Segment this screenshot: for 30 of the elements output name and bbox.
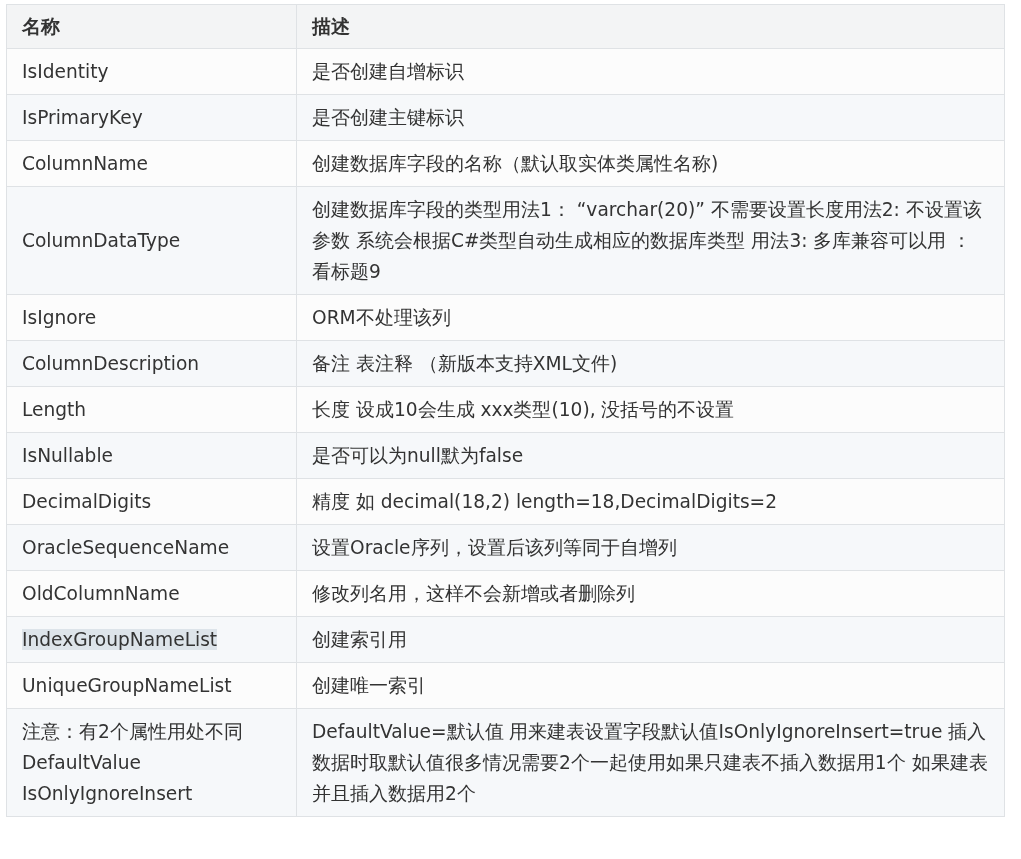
- table-cell: OldColumnName: [6, 570, 297, 617]
- table-cell: IndexGroupNameList: [6, 616, 297, 663]
- table-cell: 创建索引用: [296, 616, 1005, 663]
- table-cell: IsPrimaryKey: [6, 94, 297, 141]
- column-header: 名称: [6, 4, 297, 49]
- table-cell: DecimalDigits: [6, 478, 297, 525]
- table-cell: 注意：有2个属性用处不同DefaultValue IsOnlyIgnoreInsert: [6, 708, 297, 817]
- table-cell: 是否可以为null默为false: [296, 432, 1005, 479]
- table-cell: ColumnDescription: [6, 340, 297, 387]
- table-cell: DefaultValue=默认值 用来建表设置字段默认值IsOnlyIgnoreInsert=true 插入数据时取默认值很多情况需要2个一起使用如果只建表不插入数据用1个 如果建表并且插入数据用2个: [296, 708, 1005, 817]
- table-cell: ColumnDataType: [6, 186, 297, 295]
- table-cell: 创建数据库字段的类型用法1： “varchar(20)” 不需要设置长度用法2: 不设置该参数 系统会根据C#类型自动生成相应的数据库类型 用法3: 多库兼容可以用 ：看标题9: [296, 186, 1005, 295]
- table-cell: 备注 表注释 （新版本支持XML文件): [296, 340, 1005, 387]
- table-cell: 长度 设成10会生成 xxx类型(10), 没括号的不设置: [296, 386, 1005, 433]
- table-cell: 精度 如 decimal(18,2) length=18,DecimalDigits=2: [296, 478, 1005, 525]
- table-cell: Length: [6, 386, 297, 433]
- table-cell: IsIgnore: [6, 294, 297, 341]
- table-cell: 创建数据库字段的名称（默认取实体类属性名称): [296, 140, 1005, 187]
- column-header: 描述: [296, 4, 1005, 49]
- table-cell: ColumnName: [6, 140, 297, 187]
- table-cell: 是否创建主键标识: [296, 94, 1005, 141]
- table-cell: ORM不处理该列: [296, 294, 1005, 341]
- table-cell: OracleSequenceName: [6, 524, 297, 571]
- table-cell: IsIdentity: [6, 48, 297, 95]
- table-cell: 创建唯一索引: [296, 662, 1005, 709]
- table-cell: UniqueGroupNameList: [6, 662, 297, 709]
- table-cell: 修改列名用，这样不会新增或者删除列: [296, 570, 1005, 617]
- table-cell: IsNullable: [6, 432, 297, 479]
- table-cell: 设置Oracle序列，设置后该列等同于自增列: [296, 524, 1005, 571]
- table-cell: 是否创建自增标识: [296, 48, 1005, 95]
